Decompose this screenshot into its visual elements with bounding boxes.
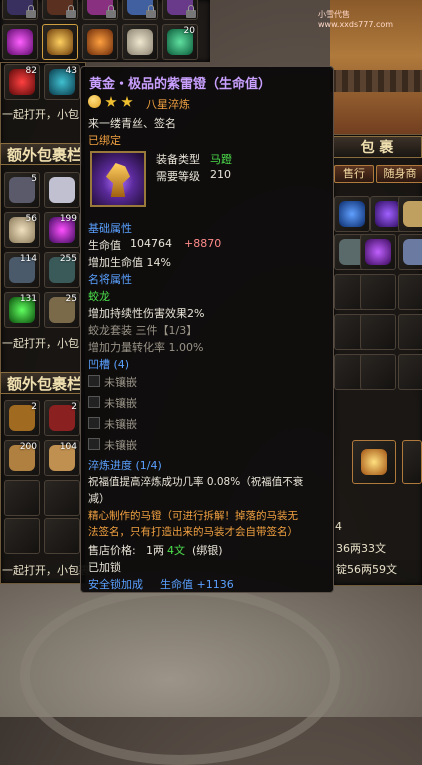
bag-slot[interactable]: 114 (4, 252, 40, 288)
empty-socket-icon (88, 396, 100, 408)
hp-label: 生命值 (88, 239, 121, 252)
item-source: 来一缕青丝、签名 (88, 117, 176, 130)
bag-slot[interactable]: 131 (4, 292, 40, 328)
empty-socket-icon (88, 438, 100, 450)
empty-socket-icon (88, 375, 100, 387)
item-title: 黄金・极品的紫雷镫（生命值） (89, 77, 272, 92)
set-attr-1: 增加持续性伤害效果2% (88, 307, 205, 320)
bag-slot[interactable]: 255 (44, 252, 80, 288)
currency-2: 锭56两59文 (336, 563, 397, 576)
bag-slot[interactable]: 82 (4, 64, 40, 100)
top-slot[interactable] (42, 0, 78, 20)
bag-slot[interactable] (4, 518, 40, 554)
top-slot[interactable] (162, 0, 198, 20)
sell-button[interactable]: 售行 (334, 165, 374, 183)
bag-slot[interactable] (398, 314, 422, 350)
bag-slot[interactable] (360, 354, 396, 390)
action-slot[interactable] (352, 440, 396, 484)
floor-pattern (20, 585, 340, 765)
action-slot[interactable] (402, 440, 422, 484)
top-slot[interactable] (2, 0, 38, 20)
bag-slot[interactable]: 104 (44, 440, 80, 476)
top-slot[interactable] (82, 0, 118, 20)
price-bound: (绑银) (192, 544, 223, 557)
bag-slot[interactable] (4, 480, 40, 516)
lock-status: 已加锁 (88, 561, 121, 574)
refine-desc-1: 祝福值提高淬炼成功几率 0.08%（祝福值不衰 (88, 476, 304, 488)
bag-slot[interactable] (398, 196, 422, 232)
portable-shop-button[interactable]: 随身商 (376, 165, 422, 183)
bag-slot[interactable] (360, 314, 396, 350)
bag-slot[interactable]: 5 (4, 172, 40, 208)
bag-slot[interactable]: 2 (44, 400, 80, 436)
socket-label: 未镶嵌 (104, 418, 137, 431)
set-attr-2: 增加力量转化率 1.00% (88, 341, 204, 354)
sockets-title: 凹槽 (4) (88, 358, 130, 371)
refine-rank: 八星淬炼 (146, 98, 190, 111)
bag-hint: 一起打开，小包 (2, 337, 79, 350)
craft-desc-2: 法签名，只有打造出来的马装才会自带签名） (88, 526, 298, 538)
level-label: 需要等级 (156, 170, 200, 183)
bag-slot[interactable]: 2 (4, 400, 40, 436)
equip-type-label: 装备类型 (156, 153, 200, 166)
bag-slot[interactable]: 200 (4, 440, 40, 476)
bag-slot[interactable] (398, 274, 422, 310)
extra-bag-header: 额外包裹栏 (0, 143, 82, 165)
top-slot[interactable] (42, 24, 78, 60)
bound-status: 已绑定 (88, 134, 121, 147)
bag-slot[interactable] (398, 354, 422, 390)
bag-slot[interactable] (334, 196, 370, 232)
bag-slot[interactable]: 43 (44, 64, 80, 100)
bag-slot[interactable]: 56 (4, 212, 40, 248)
general-attr-title: 名将属性 (88, 273, 132, 286)
bag-slot[interactable] (44, 172, 80, 208)
safe-lock-label: 安全锁加成 (88, 578, 143, 591)
quality-face-icon (88, 95, 101, 108)
currency-1: 36两33文 (336, 542, 386, 555)
bag-slot[interactable] (360, 274, 396, 310)
inventory-title: 包 裹 (332, 136, 422, 158)
bag-slot[interactable] (360, 234, 396, 270)
refine-progress-title: 淬炼进度 (1/4) (88, 459, 162, 472)
socket-label: 未镶嵌 (104, 439, 137, 452)
craft-desc-1: 精心制作的马镫（可进行拆解！掉落的马装无 (88, 510, 298, 522)
hp-percent: 增加生命值 14% (88, 256, 171, 269)
top-slot[interactable] (122, 24, 158, 60)
inventory-count: 4 (335, 520, 342, 533)
set-suit: 蛟龙套装 三件【1/3】 (88, 324, 198, 337)
bag-slot[interactable] (44, 518, 80, 554)
price-copper: 4文 (167, 544, 185, 557)
price-label: 售店价格: (88, 544, 136, 557)
top-slot[interactable] (2, 24, 38, 60)
empty-socket-icon (88, 417, 100, 429)
bag-hint: 一起打开，小包裹 (2, 564, 90, 577)
top-slot[interactable] (122, 0, 158, 20)
bag-hint: 一起打开，小包 (2, 108, 79, 121)
watermark: 小雪代售www.xxds777.com (318, 10, 394, 29)
stirrup-item-icon (90, 151, 146, 207)
extra-bag-header: 额外包裹栏 (0, 372, 82, 394)
level-value: 210 (210, 168, 231, 181)
bag-slot[interactable]: 199 (44, 212, 80, 248)
set-name: 蛟龙 (88, 290, 110, 303)
hp-bonus: +8870 (184, 237, 222, 250)
base-attr-title: 基础属性 (88, 222, 132, 235)
socket-label: 未镶嵌 (104, 397, 137, 410)
refine-desc-2: 减） (88, 492, 110, 505)
bag-slot[interactable] (44, 480, 80, 516)
safe-lock-hp: 生命值 +1136 (160, 578, 234, 591)
socket-label: 未镶嵌 (104, 376, 137, 389)
top-slot[interactable] (82, 24, 118, 60)
hp-value: 104764 (130, 237, 172, 250)
bag-slot[interactable]: 25 (44, 292, 80, 328)
equip-type-value: 马蹬 (210, 153, 232, 166)
price-silver: 1两 (146, 544, 164, 557)
top-slot[interactable]: 20 (162, 24, 198, 60)
bag-slot[interactable] (398, 234, 422, 270)
